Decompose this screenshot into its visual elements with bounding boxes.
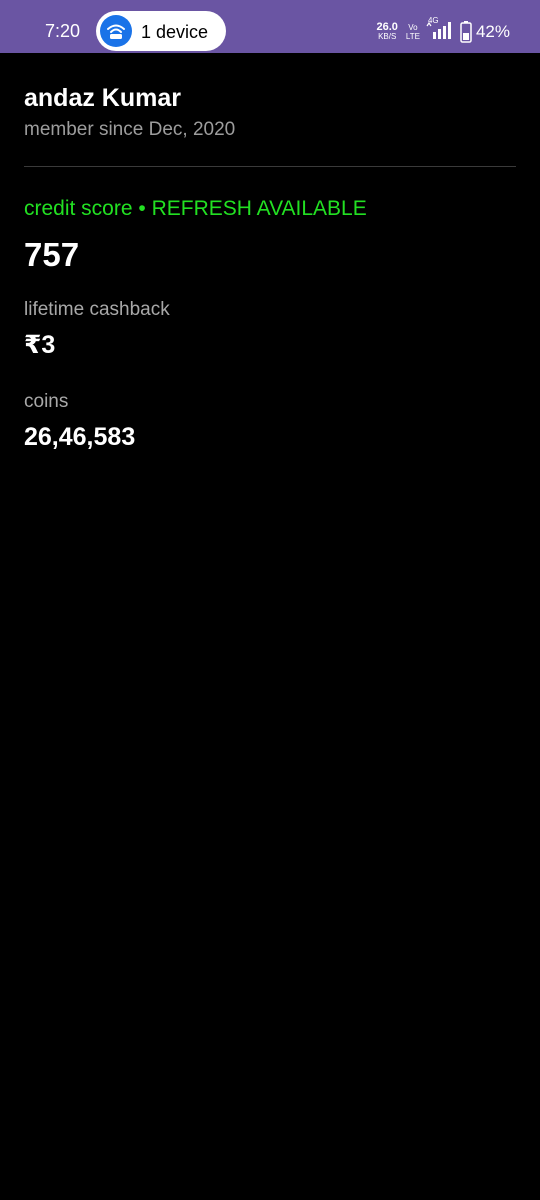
member-since: member since Dec, 2020 xyxy=(24,119,236,140)
hotspot-devices-pill[interactable]: 1 device xyxy=(96,11,226,51)
credit-refresh-status[interactable]: REFRESH AVAILABLE xyxy=(152,197,367,220)
user-name: andaz Kumar xyxy=(24,84,181,112)
volte-bottom: LTE xyxy=(405,32,420,41)
network-speed-value: 26.0 xyxy=(376,21,398,33)
network-speed-unit: KB/S xyxy=(378,32,397,41)
battery-icon xyxy=(460,21,472,43)
profile-summary: andaz Kumar member since Dec, 2020 credi… xyxy=(24,83,516,453)
credit-score-header[interactable]: credit score • REFRESH AVAILABLE xyxy=(24,195,516,223)
coins-label: coins xyxy=(24,391,69,412)
signal-strength-icon: 4G xyxy=(426,16,456,45)
credit-score-value: 757 xyxy=(24,236,80,273)
volte-indicator: Vo LTE xyxy=(406,23,420,41)
credit-score-separator: • xyxy=(138,197,146,220)
status-time: 7:20 xyxy=(45,21,81,41)
lifetime-cashback-value: ₹3 xyxy=(24,331,56,359)
credit-score-label: credit score xyxy=(24,197,133,220)
hotspot-devices-label: 1 device xyxy=(141,22,209,42)
divider xyxy=(24,166,516,167)
coins-value: 26,46,583 xyxy=(24,423,136,451)
battery-percent: 42% xyxy=(475,22,510,41)
network-speed: 26.0 KB/S xyxy=(376,21,398,42)
status-indicators: 26.0 KB/S Vo LTE 4G 42% xyxy=(376,16,510,45)
status-bar: 7:20 1 device 26.0 KB/S Vo LTE 4G 42% xyxy=(0,0,540,53)
lifetime-cashback-label: lifetime cashback xyxy=(24,299,170,320)
volte-top: Vo xyxy=(408,23,418,32)
wifi-hotspot-icon xyxy=(100,15,132,47)
network-type-label: 4G xyxy=(427,15,439,25)
